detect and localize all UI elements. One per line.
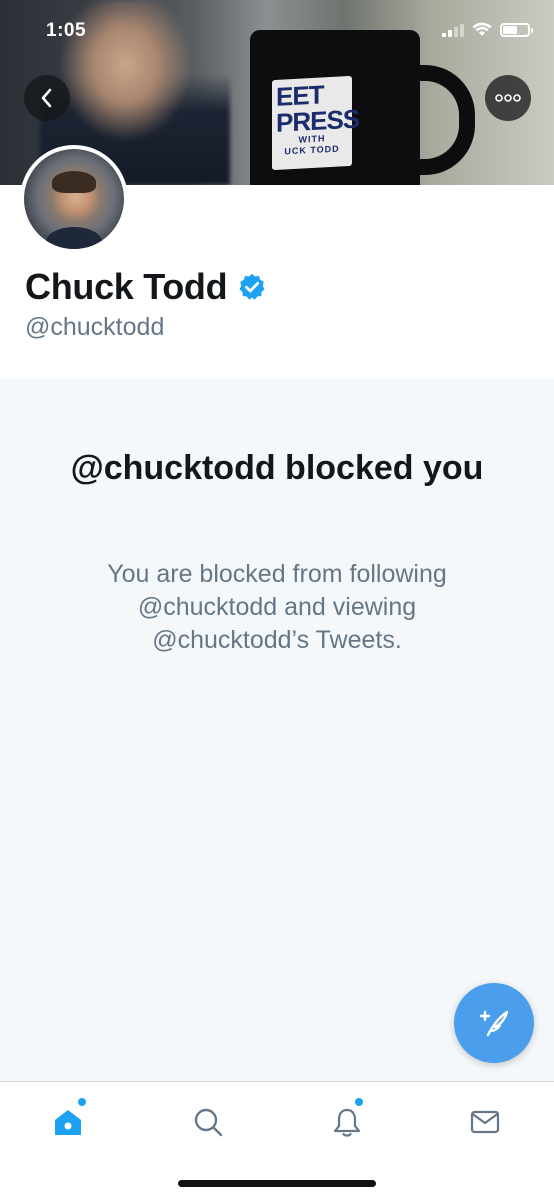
search-icon: [194, 1108, 223, 1137]
tab-notifications[interactable]: [327, 1098, 367, 1142]
profile-name: Chuck Todd: [25, 266, 228, 307]
notifications-dot: [355, 1098, 363, 1106]
mail-icon: [470, 1110, 500, 1134]
banner-mug-handle: [405, 65, 475, 175]
cellular-signal-icon: [442, 23, 464, 37]
verified-badge-icon: [239, 273, 265, 300]
more-horizontal-icon: [495, 94, 521, 102]
blocked-description: You are blocked from following @chucktod…: [107, 560, 447, 654]
status-time: 1:05: [46, 20, 87, 41]
home-icon: [55, 1110, 81, 1135]
chevron-left-icon: [41, 88, 52, 108]
status-icons: [442, 22, 533, 37]
compose-tweet-button[interactable]: [454, 983, 534, 1063]
more-options-button[interactable]: [485, 75, 531, 121]
compose-tweet-icon: [479, 1010, 509, 1037]
back-button[interactable]: [24, 75, 70, 121]
battery-icon: [500, 22, 533, 37]
wifi-icon: [472, 22, 492, 36]
home-indicator[interactable]: [178, 1180, 376, 1187]
tab-messages[interactable]: [465, 1102, 505, 1142]
home-notification-dot: [78, 1098, 86, 1106]
banner-mug-logo: EET PRESS WITH UCK TODD: [272, 75, 359, 171]
avatar-photo: [24, 149, 124, 249]
profile-name-row: Chuck Todd: [25, 266, 267, 308]
blocked-title: @chucktodd blocked you: [70, 449, 484, 487]
tab-home[interactable]: [48, 1098, 88, 1142]
tab-search[interactable]: [188, 1102, 228, 1142]
profile-handle: @chucktodd: [25, 313, 165, 341]
avatar[interactable]: [20, 145, 128, 253]
bell-icon: [333, 1108, 361, 1137]
